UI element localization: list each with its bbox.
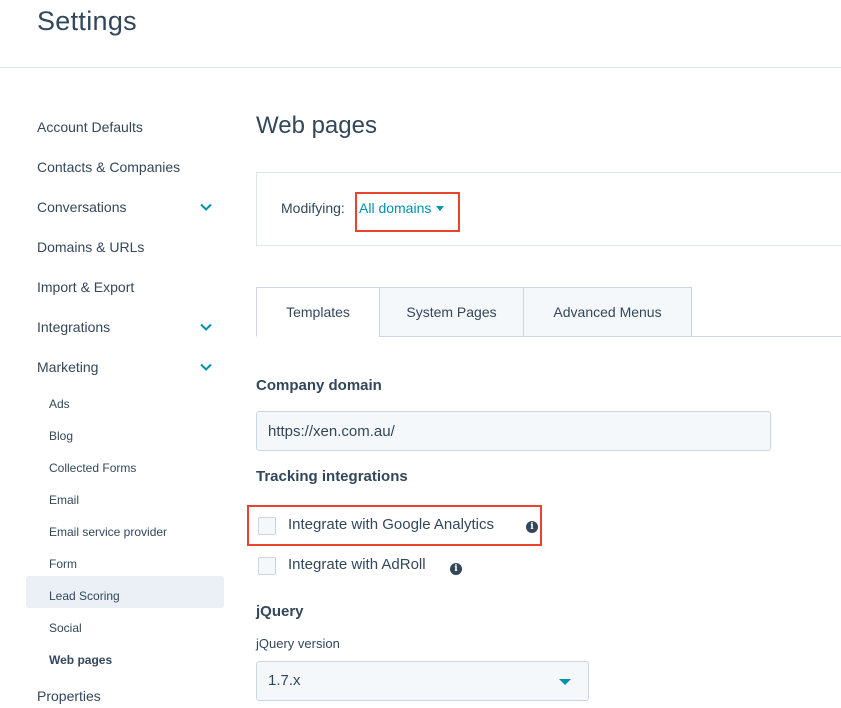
- sidebar-item-label: Conversations: [37, 199, 127, 215]
- jquery-version-label: jQuery version: [256, 636, 340, 651]
- tab-divider: [690, 336, 841, 337]
- chevron-down-icon[interactable]: [199, 320, 213, 334]
- sidebar-subitem-email-service-provider[interactable]: Email service provider: [49, 522, 219, 542]
- info-icon[interactable]: i: [450, 563, 462, 575]
- sidebar-item-integrations[interactable]: Integrations: [37, 315, 217, 339]
- chevron-down-icon[interactable]: [199, 360, 213, 374]
- tab-system-pages[interactable]: System Pages: [379, 287, 524, 337]
- sidebar-item-label: Domains & URLs: [37, 239, 145, 255]
- highlight-box-domain: [355, 192, 460, 232]
- company-domain-heading: Company domain: [256, 377, 382, 394]
- sidebar-subitem-social[interactable]: Social: [49, 618, 219, 638]
- sidebar-subitem-collected-forms[interactable]: Collected Forms: [49, 458, 219, 478]
- tracking-integrations-heading: Tracking integrations: [256, 468, 408, 485]
- chevron-down-icon[interactable]: [199, 200, 213, 214]
- adroll-option[interactable]: Integrate with AdRoll i: [256, 555, 468, 579]
- tab-advanced-menus[interactable]: Advanced Menus: [523, 287, 692, 337]
- sidebar-subitem-email[interactable]: Email: [49, 490, 219, 510]
- company-domain-input[interactable]: [256, 411, 771, 451]
- modifying-label: Modifying:: [281, 200, 345, 216]
- sidebar-item-label: Account Defaults: [37, 119, 143, 135]
- sidebar-subitem-ads[interactable]: Ads: [49, 394, 219, 414]
- sidebar-item-import-export[interactable]: Import & Export: [37, 275, 217, 299]
- sidebar-item-label: Marketing: [37, 359, 99, 375]
- sidebar-item-properties[interactable]: Properties: [37, 684, 217, 708]
- sidebar-subitem-lead-scoring[interactable]: Lead Scoring: [49, 586, 219, 606]
- tab-templates[interactable]: Templates: [256, 287, 380, 337]
- sidebar-item-label: Contacts & Companies: [37, 159, 181, 175]
- sidebar-item-marketing[interactable]: Marketing: [37, 355, 217, 379]
- jquery-heading: jQuery: [256, 603, 304, 620]
- adroll-label: Integrate with AdRoll: [288, 556, 426, 573]
- sidebar-item-account-defaults[interactable]: Account Defaults: [37, 115, 217, 139]
- jquery-version-select[interactable]: 1.7.x: [256, 661, 589, 701]
- adroll-checkbox[interactable]: [258, 557, 276, 575]
- page-title: Settings: [37, 6, 137, 36]
- sidebar-subitem-web-pages[interactable]: Web pages: [49, 650, 219, 670]
- caret-down-icon: [559, 679, 571, 685]
- sidebar-subitem-blog[interactable]: Blog: [49, 426, 219, 446]
- settings-header: Settings: [0, 0, 841, 68]
- jquery-version-value: 1.7.x: [268, 672, 301, 689]
- sidebar-item-conversations[interactable]: Conversations: [37, 195, 217, 219]
- sidebar-item-label: Integrations: [37, 319, 111, 335]
- sidebar-item-domains-urls[interactable]: Domains & URLs: [37, 235, 217, 259]
- highlight-box-google-analytics: [247, 505, 542, 546]
- sidebar-item-label: Import & Export: [37, 279, 135, 295]
- sidebar-item-contacts-companies[interactable]: Contacts & Companies: [37, 155, 217, 179]
- section-title: Web pages: [256, 112, 377, 139]
- sidebar-subitem-form[interactable]: Form: [49, 554, 219, 574]
